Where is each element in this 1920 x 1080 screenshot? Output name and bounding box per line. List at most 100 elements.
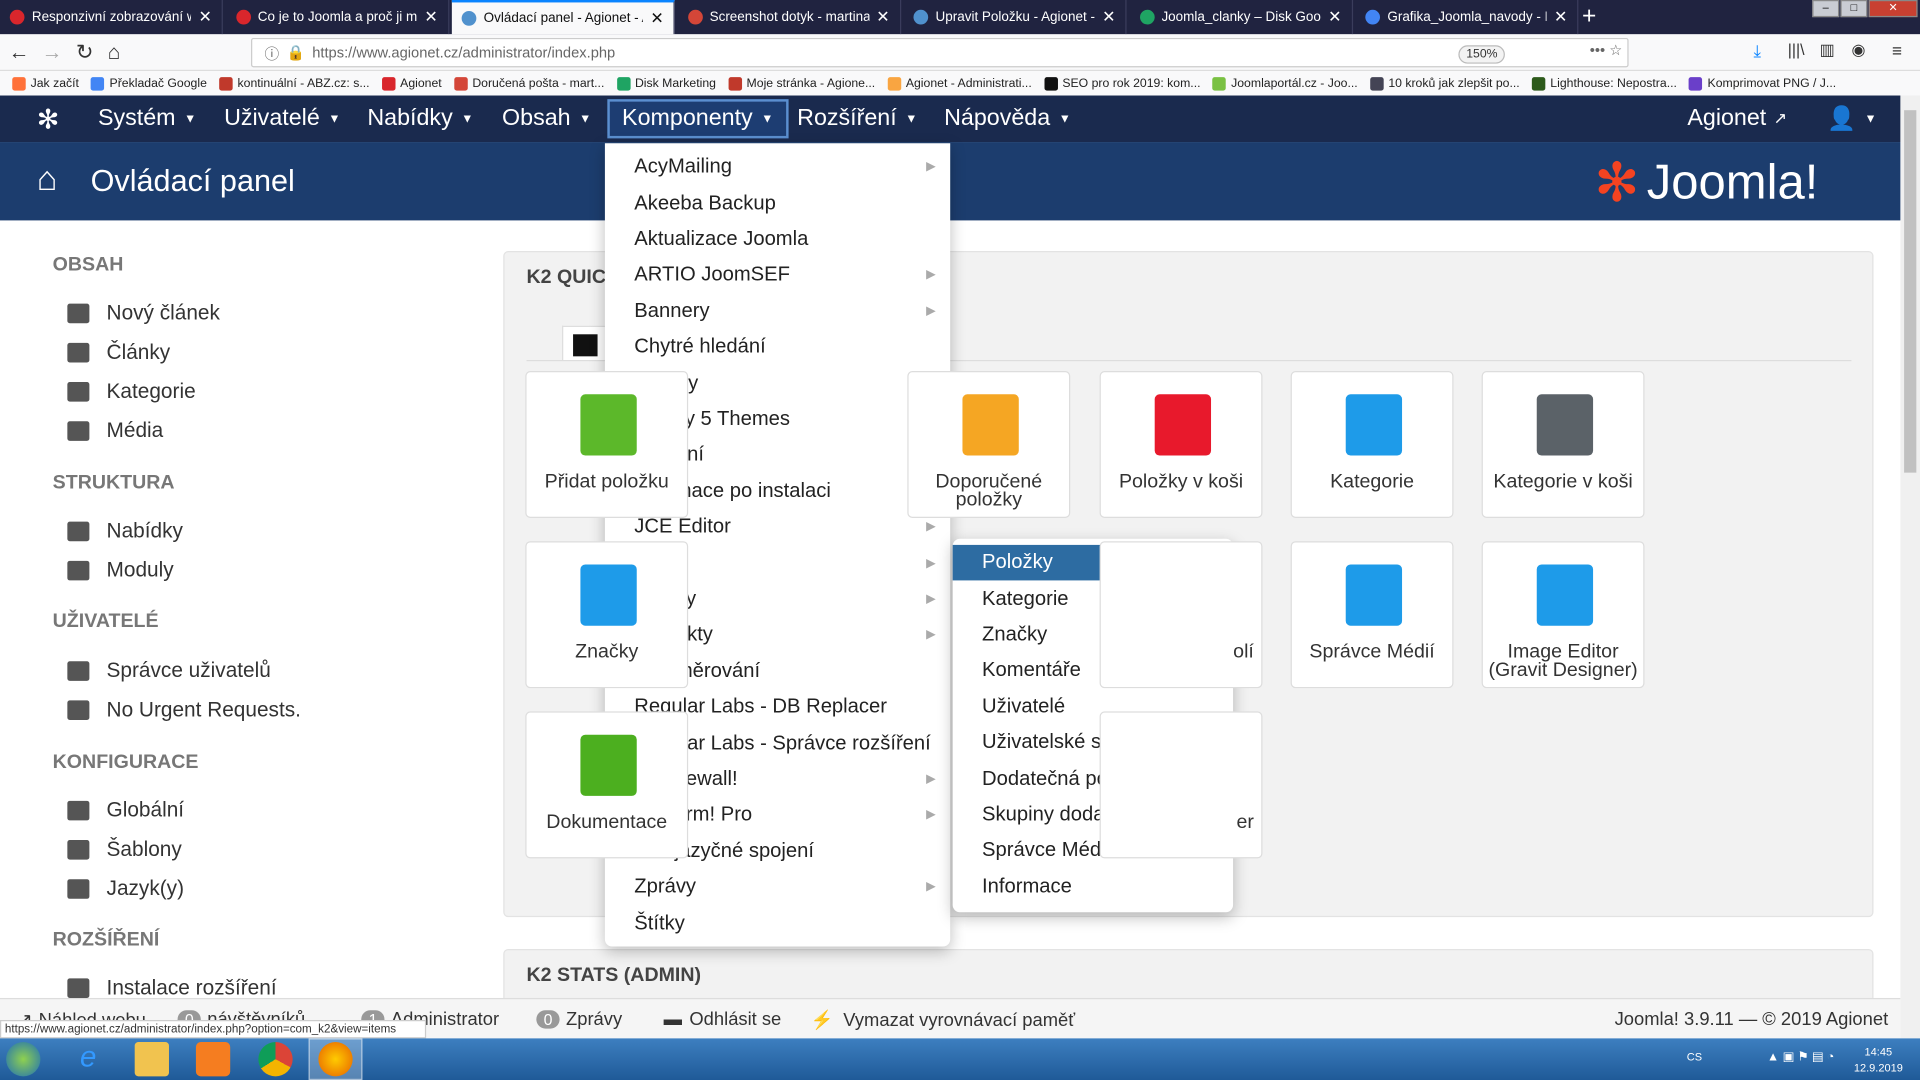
- quickicon-tile[interactable]: Správce Médií: [1290, 541, 1454, 689]
- new-tab-button[interactable]: +: [1582, 2, 1596, 30]
- home-icon[interactable]: ⌂: [108, 40, 121, 64]
- menu-item[interactable]: Bannery ▶: [605, 293, 950, 329]
- back-icon[interactable]: ←: [9, 40, 30, 64]
- quickicon-tile[interactable]: er: [1099, 711, 1263, 859]
- quickicon-tile[interactable]: Značky: [525, 541, 689, 689]
- bookmark[interactable]: 10 kroků jak zlepšit po...: [1369, 76, 1520, 91]
- browser-tab[interactable]: Upravit Položku - Agionet - Adm ✕: [904, 0, 1127, 35]
- explorer-icon[interactable]: [134, 1042, 169, 1077]
- scrollbar-thumb[interactable]: [1904, 110, 1917, 473]
- sidebar-item[interactable]: Nový článek: [67, 301, 220, 325]
- quickicon-tile[interactable]: Dokumentace: [525, 711, 689, 859]
- browser-tab[interactable]: Grafika_Joomla_navody - Dokum ✕: [1356, 0, 1579, 35]
- close-tab-icon[interactable]: ✕: [1102, 7, 1115, 27]
- messages-link[interactable]: 0 Zprávy: [536, 1009, 622, 1030]
- bookmark[interactable]: Disk Marketing: [616, 76, 716, 91]
- nav-komponenty[interactable]: Komponenty ▼: [607, 99, 789, 139]
- bookmark[interactable]: Překladač Google: [91, 76, 207, 91]
- sidebar-icon[interactable]: ▥: [1820, 40, 1835, 60]
- menu-item[interactable]: Aktualizace Joomla: [605, 221, 950, 257]
- bookmark[interactable]: Joomlaportál.cz - Joo...: [1212, 76, 1358, 91]
- chrome-icon[interactable]: [258, 1042, 293, 1077]
- ie-icon[interactable]: e: [71, 1041, 105, 1076]
- logout-link[interactable]: ▬ Odhlásit se: [664, 1009, 782, 1030]
- clock[interactable]: 14:45 12.9.2019: [1854, 1044, 1903, 1076]
- quickicon-tile[interactable]: Kategorie v koši: [1481, 371, 1645, 518]
- forward-icon[interactable]: →: [42, 40, 63, 64]
- tray-icons[interactable]: ▲ ▣ ⚑ ▤ ◔: [1767, 1051, 1834, 1064]
- close-window-button[interactable]: ✕: [1868, 0, 1918, 18]
- bookmark[interactable]: Lighthouse: Nepostra...: [1531, 76, 1677, 91]
- close-tab-icon[interactable]: ✕: [876, 7, 889, 27]
- menu-item[interactable]: AcyMailing ▶: [605, 149, 950, 185]
- sidebar-item[interactable]: No Urgent Requests.: [67, 698, 301, 722]
- sidebar-item[interactable]: Šablony: [67, 838, 182, 862]
- menu-item[interactable]: Zprávy ▶: [605, 869, 950, 905]
- sidebar-item[interactable]: Média: [67, 419, 163, 443]
- browser-tab[interactable]: Responzivní zobrazování webu ✕: [0, 0, 223, 35]
- nav-obsah[interactable]: Obsah ▼: [490, 96, 604, 143]
- close-tab-icon[interactable]: ✕: [424, 7, 437, 27]
- nav-uživatelé[interactable]: Uživatelé ▼: [212, 96, 353, 143]
- menu-item[interactable]: Akeeba Backup: [605, 185, 950, 221]
- firefox-taskbar-button[interactable]: [308, 1038, 363, 1080]
- reload-icon[interactable]: ↻: [76, 40, 93, 64]
- quickicon-tile[interactable]: Kategorie: [1290, 371, 1454, 518]
- sidebar-item[interactable]: Moduly: [67, 558, 174, 582]
- sidebar-item[interactable]: Správce uživatelů: [67, 659, 271, 683]
- nav-nabídky[interactable]: Nabídky ▼: [355, 96, 486, 143]
- bookmark[interactable]: SEO pro rok 2019: kom...: [1043, 76, 1201, 91]
- nav-systém[interactable]: Systém ▼: [86, 96, 209, 143]
- bookmark[interactable]: Agionet: [381, 76, 442, 91]
- quickicon-tile[interactable]: Doporučené položky: [907, 371, 1071, 518]
- page-actions-icon[interactable]: ••• ☆: [1590, 42, 1623, 59]
- sidebar-item[interactable]: Instalace rozšíření: [67, 976, 277, 1000]
- language-indicator[interactable]: CS: [1687, 1051, 1702, 1063]
- sidebar-item[interactable]: Nabídky: [67, 519, 183, 543]
- site-link[interactable]: Agionet ↗: [1675, 96, 1799, 143]
- sidebar-item[interactable]: Globální: [67, 798, 184, 822]
- menu-icon[interactable]: ≡: [1892, 40, 1902, 60]
- info-icon[interactable]: ⓘ: [264, 42, 279, 63]
- menu-item[interactable]: ARTIO JoomSEF ▶: [605, 257, 950, 293]
- browser-tab[interactable]: Ovládací panel - Agionet - Adm ✕: [451, 0, 675, 35]
- submenu-item[interactable]: Informace: [953, 869, 1233, 905]
- sidebar-item[interactable]: Jazyk(y): [67, 877, 184, 901]
- nav-nápověda[interactable]: Nápověda ▼: [932, 96, 1083, 143]
- menu-item[interactable]: Štítky: [605, 905, 950, 941]
- bookmark[interactable]: Doručená pošta - mart...: [453, 76, 604, 91]
- media-player-icon[interactable]: [195, 1042, 231, 1077]
- clear-cache-link[interactable]: ⚡ Vymazat vyrovnávací paměť: [811, 1009, 1075, 1031]
- bookmark[interactable]: Moje stránka - Agione...: [728, 76, 875, 91]
- minimize-button[interactable]: –: [1812, 0, 1840, 18]
- close-tab-icon[interactable]: ✕: [198, 7, 211, 27]
- browser-tab[interactable]: Screenshot dotyk - martina.sirk ✕: [678, 0, 901, 35]
- quickicon-tile[interactable]: Položky v koši: [1099, 371, 1263, 518]
- bookmark[interactable]: Komprimovat PNG / J...: [1689, 76, 1836, 91]
- maximize-button[interactable]: □: [1840, 0, 1868, 18]
- quickicon-tile[interactable]: olí: [1099, 541, 1263, 689]
- download-icon[interactable]: ⤓: [1753, 40, 1761, 61]
- bookmark[interactable]: kontinuální - ABZ.cz: s...: [219, 76, 370, 91]
- tab-image[interactable]: [562, 325, 607, 361]
- url-bar[interactable]: ⓘ 🔒 https://www.agionet.cz/administrator…: [251, 37, 1629, 68]
- close-tab-icon[interactable]: ✕: [1328, 7, 1341, 27]
- browser-tab[interactable]: Joomla_clanky – Disk Google ✕: [1130, 0, 1353, 35]
- account-icon[interactable]: ◉: [1851, 40, 1865, 60]
- quickicon-tile[interactable]: Image Editor (Gravit Designer): [1481, 541, 1645, 689]
- quickicon-tile[interactable]: Přidat položku: [525, 371, 689, 518]
- zoom-level[interactable]: 150%: [1458, 45, 1505, 64]
- browser-tab[interactable]: Co je to Joomla a proč ji máme ✕: [226, 0, 449, 35]
- nav-rozšíření[interactable]: Rozšíření ▼: [785, 96, 930, 143]
- close-tab-icon[interactable]: ✕: [1554, 7, 1567, 27]
- sidebar-item[interactable]: Články: [67, 340, 170, 364]
- bookmark[interactable]: Jak začít: [12, 76, 79, 91]
- close-tab-icon[interactable]: ✕: [650, 9, 663, 29]
- user-menu[interactable]: 👤 ▼: [1815, 96, 1889, 143]
- library-icon[interactable]: |||\: [1788, 40, 1805, 58]
- menu-item[interactable]: Chytré hledání: [605, 329, 950, 365]
- joomla-icon[interactable]: ✻: [37, 104, 60, 136]
- start-button[interactable]: [6, 1042, 41, 1077]
- sidebar-item[interactable]: Kategorie: [67, 380, 196, 404]
- bookmark[interactable]: Agionet - Administrati...: [887, 76, 1032, 91]
